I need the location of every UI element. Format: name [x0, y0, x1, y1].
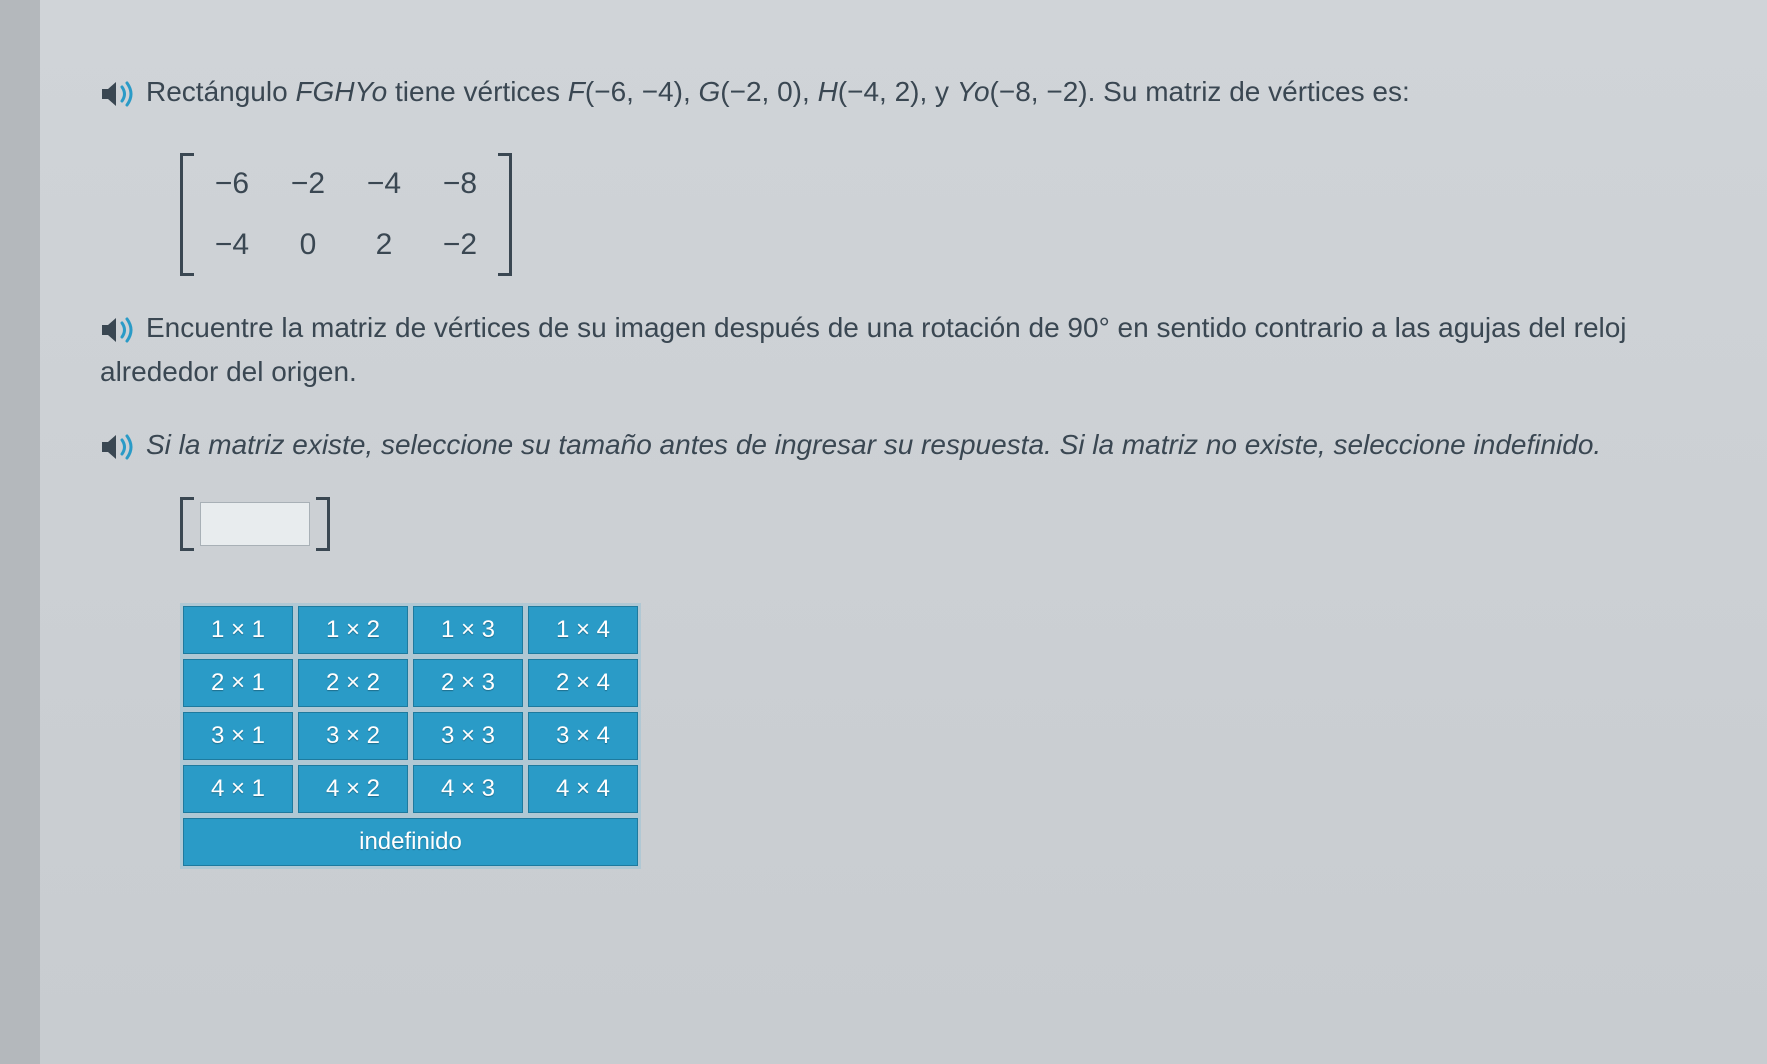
instruction-text: Encuentre la matriz de vértices de su im…: [100, 312, 1627, 386]
answer-matrix-placeholder: [180, 497, 1727, 563]
hint-text: Si la matriz existe, seleccione su tamañ…: [146, 429, 1601, 460]
vertex-coords: (−6, −4): [585, 76, 683, 107]
matrix-cell: −2: [440, 222, 480, 269]
vertex-coords: (−2, 0): [720, 76, 802, 107]
size-row: 1 × 1 1 × 2 1 × 3 1 × 4: [183, 606, 638, 654]
audio-icon[interactable]: [100, 432, 138, 462]
hint-paragraph: Si la matriz existe, seleccione su tamañ…: [100, 423, 1727, 466]
answer-input-slot[interactable]: [200, 502, 310, 546]
instruction-paragraph: Encuentre la matriz de vértices de su im…: [100, 306, 1727, 393]
size-button-4x4[interactable]: 4 × 4: [528, 765, 638, 813]
vertex-label: G: [699, 76, 721, 107]
size-button-4x3[interactable]: 4 × 3: [413, 765, 523, 813]
size-row: 3 × 1 3 × 2 3 × 3 3 × 4: [183, 712, 638, 760]
vertex-label: Yo: [957, 76, 990, 107]
vertex-label: H: [818, 76, 838, 107]
size-row: 4 × 1 4 × 2 4 × 3 4 × 4: [183, 765, 638, 813]
left-margin-strip: [0, 0, 40, 1064]
audio-icon[interactable]: [100, 315, 138, 345]
text-fragment: ,: [683, 76, 699, 107]
matrix-grid: −6 −2 −4 −8 −4 0 2 −2: [194, 153, 498, 276]
vertex-coords: (−8, −2): [990, 76, 1088, 107]
size-button-2x2[interactable]: 2 × 2: [298, 659, 408, 707]
size-button-1x4[interactable]: 1 × 4: [528, 606, 638, 654]
matrix-cell: 0: [288, 222, 328, 269]
size-button-1x1[interactable]: 1 × 1: [183, 606, 293, 654]
text-fragment: ,: [802, 76, 818, 107]
matrix-cell: −4: [364, 161, 404, 208]
size-button-4x1[interactable]: 4 × 1: [183, 765, 293, 813]
size-button-2x1[interactable]: 2 × 1: [183, 659, 293, 707]
text-fragment: tiene vértices: [387, 76, 568, 107]
matrix-cell: −4: [212, 222, 252, 269]
vertex-matrix: −6 −2 −4 −8 −4 0 2 −2: [180, 153, 512, 276]
size-button-1x2[interactable]: 1 × 2: [298, 606, 408, 654]
matrix-size-selector: 1 × 1 1 × 2 1 × 3 1 × 4 2 × 1 2 × 2 2 × …: [180, 603, 641, 869]
size-button-2x4[interactable]: 2 × 4: [528, 659, 638, 707]
bracket-left: [180, 153, 194, 276]
size-button-1x3[interactable]: 1 × 3: [413, 606, 523, 654]
question-content: Rectángulo FGHYo tiene vértices F(−6, −4…: [40, 0, 1767, 1064]
bracket-right: [498, 153, 512, 276]
size-row: indefinido: [183, 818, 638, 866]
vertex-coords: (−4, 2): [838, 76, 920, 107]
size-button-3x2[interactable]: 3 × 2: [298, 712, 408, 760]
problem-statement: Rectángulo FGHYo tiene vértices F(−6, −4…: [100, 70, 1727, 113]
vertex-label: F: [568, 76, 585, 107]
size-button-3x4[interactable]: 3 × 4: [528, 712, 638, 760]
text-fragment: Rectángulo: [146, 76, 295, 107]
audio-icon[interactable]: [100, 79, 138, 109]
matrix-cell: −2: [288, 161, 328, 208]
matrix-cell: −8: [440, 161, 480, 208]
matrix-cell: −6: [212, 161, 252, 208]
undefined-button[interactable]: indefinido: [183, 818, 638, 866]
text-fragment: , y: [920, 76, 957, 107]
size-button-3x3[interactable]: 3 × 3: [413, 712, 523, 760]
text-fragment: . Su matriz de vértices es:: [1088, 76, 1410, 107]
size-row: 2 × 1 2 × 2 2 × 3 2 × 4: [183, 659, 638, 707]
size-button-2x3[interactable]: 2 × 3: [413, 659, 523, 707]
size-button-4x2[interactable]: 4 × 2: [298, 765, 408, 813]
bracket-right: [318, 497, 330, 551]
shape-name: FGHYo: [295, 76, 387, 107]
size-button-3x1[interactable]: 3 × 1: [183, 712, 293, 760]
matrix-cell: 2: [364, 222, 404, 269]
bracket-left: [180, 497, 192, 551]
